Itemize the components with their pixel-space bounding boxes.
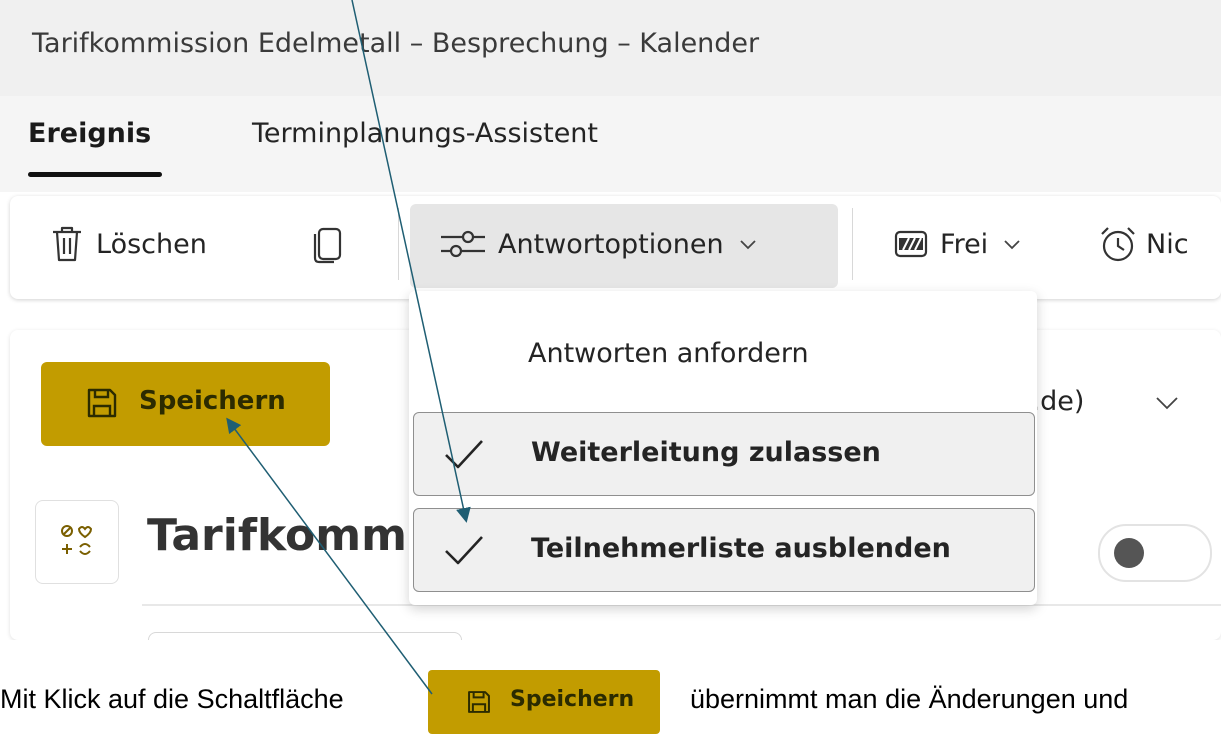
sliders-icon — [441, 230, 485, 258]
response-options-label: Antwortoptionen — [498, 228, 724, 260]
checkmark-icon — [445, 536, 483, 565]
chevron-down-icon — [1004, 240, 1020, 250]
checkmark-icon — [445, 440, 483, 469]
category-button[interactable] — [35, 500, 119, 584]
tab-ereignis[interactable]: Ereignis — [28, 118, 151, 149]
menu-item-label: Weiterleitung zulassen — [531, 437, 881, 468]
tab-bar: Ereignis Terminplanungs-Assistent — [0, 96, 1221, 192]
caption-save-label: Speichern — [510, 687, 635, 712]
online-meeting-toggle[interactable] — [1098, 524, 1212, 582]
menu-item-request-responses[interactable]: Antworten anfordern — [528, 338, 809, 369]
menu-item-label: Teilnehmerliste ausblenden — [531, 533, 951, 564]
delete-label: Löschen — [96, 228, 207, 260]
trash-icon — [53, 226, 81, 262]
copy-icon — [313, 227, 342, 264]
toolbar-separator — [398, 208, 399, 280]
caption-prefix: Mit Klick auf die Schaltfläche — [0, 684, 344, 714]
save-label: Speichern — [139, 386, 286, 416]
show-as-button[interactable]: Frei — [894, 196, 1022, 292]
menu-item-allow-forwarding[interactable]: Weiterleitung zulassen — [413, 412, 1035, 496]
delete-button[interactable]: Löschen — [50, 196, 207, 292]
alarm-clock-icon — [1101, 227, 1135, 262]
window-title: Tarifkommission Edelmetall – Besprechung… — [32, 28, 760, 59]
chevron-down-icon — [739, 240, 756, 250]
reminder-button[interactable]: Nic — [1098, 196, 1189, 292]
active-tab-indicator — [28, 172, 162, 177]
ribbon-toolbar: Löschen Antwortoptionen Frei Nic — [10, 196, 1221, 299]
save-button[interactable]: Speichern — [41, 362, 330, 446]
reminder-label: Nic — [1146, 228, 1189, 260]
save-icon — [87, 388, 117, 418]
status-label: Frei — [940, 228, 989, 260]
chevron-down-icon[interactable] — [1154, 394, 1180, 412]
caption-save-button-image: Speichern — [428, 670, 660, 734]
save-icon — [468, 691, 490, 713]
response-options-button[interactable]: Antwortoptionen — [438, 196, 758, 292]
category-icon — [61, 525, 93, 555]
menu-item-hide-attendee-list[interactable]: Teilnehmerliste ausblenden — [413, 508, 1035, 592]
toggle-knob — [1114, 538, 1144, 568]
tab-terminplanungs-assistent[interactable]: Terminplanungs-Assistent — [252, 118, 598, 149]
caption-suffix: übernimmt man die Änderungen und — [690, 684, 1129, 714]
copy-button[interactable] — [312, 196, 344, 292]
event-title-input[interactable]: Tarifkomm — [147, 510, 407, 561]
busy-status-icon — [894, 230, 928, 258]
window-titlebar: Tarifkommission Edelmetall – Besprechung… — [0, 0, 1221, 96]
toolbar-separator — [852, 208, 853, 280]
